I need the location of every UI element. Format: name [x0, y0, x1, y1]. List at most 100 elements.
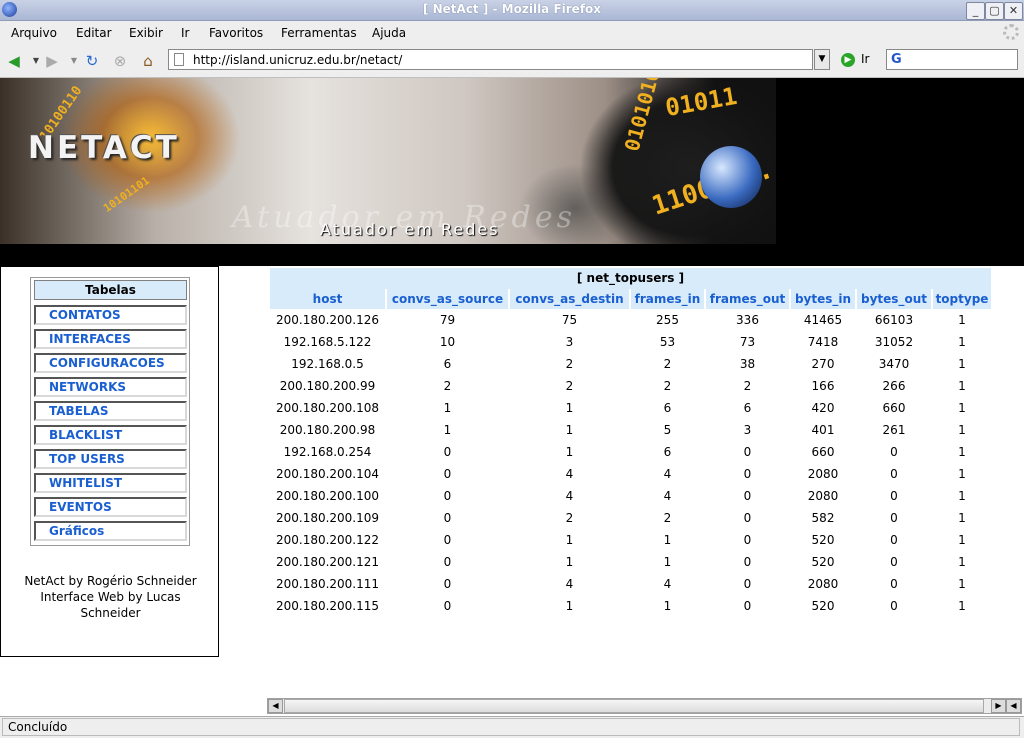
minimize-button[interactable]: _	[966, 2, 985, 20]
horizontal-scrollbar[interactable]: ◀ ▶ ◀	[267, 698, 1022, 714]
table-row: 192.168.5.122 10 3 53 73 7418 31052 1	[270, 331, 991, 353]
cell-convs-as-source: 0	[443, 467, 452, 481]
close-button[interactable]: ✕	[1004, 2, 1023, 20]
table-row: 200.180.200.100 0 4 4 0 2080 0 1	[270, 485, 991, 507]
table-row: 200.180.200.99 2 2 2 2 166 266 1	[270, 375, 991, 397]
sidebar-menu: Tabelas CONTATOS INTERFACES CONFIGURACOE…	[30, 277, 190, 546]
window-titlebar: [ NetAct ] - Mozilla Firefox _ ▢ ✕	[0, 0, 1024, 21]
table-caption: [ net_topusers ]	[270, 268, 991, 289]
cell-convs-as-destin: 1	[565, 423, 574, 437]
cell-bytes-in: 520	[811, 599, 835, 613]
cell-toptype: 1	[958, 599, 966, 613]
menu-ferramentas[interactable]: Ferramentas	[281, 26, 357, 40]
cell-bytes-out: 66103	[874, 313, 914, 327]
cell-convs-as-destin: 4	[565, 577, 574, 591]
table-row: 192.168.0.254 0 1 6 0 660 0 1	[270, 441, 991, 463]
menu-editar[interactable]: Editar	[76, 26, 112, 40]
scroll-right-button[interactable]: ▶	[991, 699, 1006, 713]
menu-ir[interactable]: Ir	[181, 26, 189, 40]
sidebar-item-graficos[interactable]: Gráficos	[34, 521, 187, 541]
column-header-frames-in: frames_in	[631, 289, 704, 309]
sidebar-item-tabelas[interactable]: TABELAS	[34, 401, 187, 421]
banner-logo-text: NETACT	[28, 130, 180, 166]
cell-toptype: 1	[958, 335, 966, 349]
table-body: 200.180.200.126 79 75 255 336 41465 66103 1 192.…	[270, 309, 991, 617]
cell-bytes-in: 2080	[807, 577, 839, 591]
sidebar-item-top-users[interactable]: TOP USERS	[34, 449, 187, 469]
menu-favoritos[interactable]: Favoritos	[209, 26, 263, 40]
cell-frames-out: 0	[743, 489, 752, 503]
cell-bytes-in: 420	[811, 401, 835, 415]
sidebar-item-eventos[interactable]: EVENTOS	[34, 497, 187, 517]
cell-convs-as-source: 10	[439, 335, 456, 349]
cell-convs-as-source: 79	[439, 313, 456, 327]
sidebar-item-configuracoes[interactable]: CONFIGURACOES	[34, 353, 187, 373]
search-input[interactable]: G	[886, 49, 1018, 70]
banner-image: 10100110 10101101 0101010 1100110. 01011…	[0, 78, 776, 244]
cell-convs-as-destin: 1	[565, 555, 574, 569]
table-row: 200.180.200.104 0 4 4 0 2080 0 1	[270, 463, 991, 485]
google-search-icon[interactable]: G	[891, 52, 902, 67]
forward-icon[interactable]: ▶	[44, 53, 60, 69]
cell-convs-as-source: 2	[443, 379, 452, 393]
cell-frames-out: 0	[743, 533, 752, 547]
sidebar-item-networks[interactable]: NETWORKS	[34, 377, 187, 397]
cell-host: 200.180.200.99	[279, 379, 376, 393]
cell-convs-as-source: 0	[443, 511, 452, 525]
cell-bytes-out: 660	[882, 401, 906, 415]
cell-bytes-out: 0	[890, 467, 898, 481]
sidebar-item-interfaces[interactable]: INTERFACES	[34, 329, 187, 349]
cell-frames-out: 0	[743, 599, 752, 613]
cell-frames-out: 2	[743, 379, 752, 393]
cell-toptype: 1	[958, 489, 966, 503]
cell-bytes-out: 0	[890, 511, 898, 525]
home-icon[interactable]: ⌂	[140, 53, 156, 69]
cell-frames-out: 6	[743, 401, 752, 415]
table-row: 200.180.200.122 0 1 1 0 520 0 1	[270, 529, 991, 551]
cell-frames-in: 5	[663, 423, 672, 437]
column-header-convs-as-destin: convs_as_destin	[510, 289, 629, 309]
sidebar-item-whitelist[interactable]: WHITELIST	[34, 473, 187, 493]
table-row: 200.180.200.121 0 1 1 0 520 0 1	[270, 551, 991, 573]
forward-dropdown-icon[interactable]: ▼	[66, 53, 82, 69]
scroll-thumb[interactable]	[284, 699, 984, 713]
cell-bytes-in: 7418	[807, 335, 839, 349]
menu-ajuda[interactable]: Ajuda	[372, 26, 406, 40]
cell-host: 200.180.200.111	[275, 577, 380, 591]
cell-convs-as-destin: 75	[561, 313, 578, 327]
window-title: [ NetAct ] - Mozilla Firefox	[422, 2, 602, 16]
sidebar-heading: Tabelas	[34, 280, 187, 300]
url-input[interactable]: http://island.unicruz.edu.br/netact/	[168, 49, 813, 70]
scroll-end-button[interactable]: ◀	[1006, 699, 1021, 713]
cell-bytes-in: 520	[811, 555, 835, 569]
column-header-toptype: toptype	[933, 289, 991, 309]
cell-frames-in: 1	[663, 599, 672, 613]
cell-host: 200.180.200.109	[275, 511, 380, 525]
cell-bytes-out: 0	[890, 577, 898, 591]
column-header-bytes-out: bytes_out	[857, 289, 931, 309]
reload-icon[interactable]: ↻	[84, 53, 100, 69]
cell-bytes-out: 0	[890, 445, 898, 459]
back-dropdown-icon[interactable]: ▼	[28, 53, 44, 69]
back-icon[interactable]: ◀	[6, 53, 22, 69]
maximize-button[interactable]: ▢	[985, 2, 1004, 20]
cell-convs-as-destin: 4	[565, 467, 574, 481]
cell-toptype: 1	[958, 577, 966, 591]
status-bar: Concluído	[0, 716, 1024, 738]
scroll-left-button[interactable]: ◀	[268, 699, 283, 713]
menu-arquivo[interactable]: Arquivo	[11, 26, 57, 40]
cell-convs-as-source: 1	[443, 423, 452, 437]
stop-icon[interactable]: ⊗	[112, 53, 128, 69]
cell-convs-as-destin: 1	[565, 599, 574, 613]
cell-toptype: 1	[958, 379, 966, 393]
cell-bytes-out: 0	[890, 599, 898, 613]
cell-toptype: 1	[958, 555, 966, 569]
sidebar-item-contatos[interactable]: CONTATOS	[34, 305, 187, 325]
topusers-table: [ net_topusers ] host convs_as_source conv…	[268, 268, 993, 617]
cell-toptype: 1	[958, 313, 966, 327]
cell-frames-out: 336	[736, 313, 759, 327]
sidebar-item-blacklist[interactable]: BLACKLIST	[34, 425, 187, 445]
menu-exibir[interactable]: Exibir	[129, 26, 163, 40]
url-history-dropdown[interactable]: ▼	[814, 49, 830, 70]
cell-convs-as-source: 0	[443, 533, 452, 547]
